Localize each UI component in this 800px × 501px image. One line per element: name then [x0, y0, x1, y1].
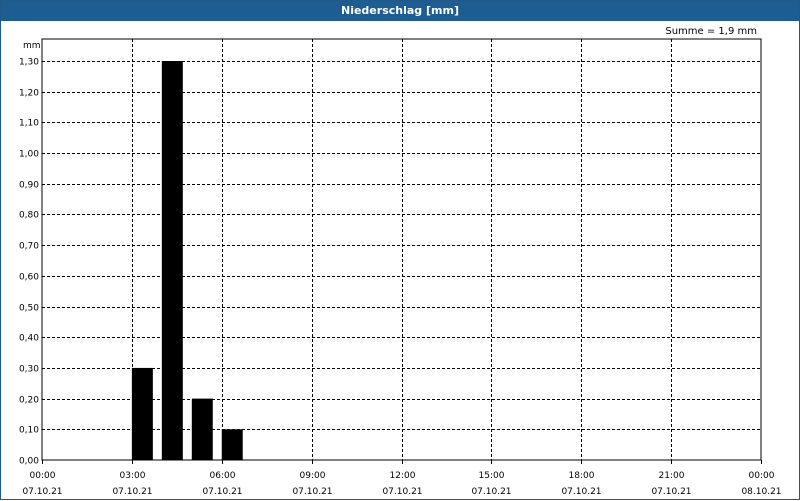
- precipitation-bar: [161, 61, 183, 460]
- x-tick-date: 07.10.21: [22, 487, 62, 497]
- x-tick-time: 06:00: [210, 471, 236, 481]
- x-tick-date: 07.10.21: [471, 487, 511, 497]
- y-tick-label: 0,00: [19, 457, 39, 467]
- x-tick-time: 15:00: [479, 471, 505, 481]
- y-tick-label: 0,10: [19, 426, 39, 436]
- y-tick-label: 0,30: [19, 365, 39, 375]
- y-tick-label: 0,80: [19, 211, 39, 221]
- y-tick-label: 0,40: [19, 334, 39, 344]
- x-tick-date: 07.10.21: [292, 487, 332, 497]
- x-tick-time: 21:00: [659, 471, 685, 481]
- precipitation-bar: [131, 367, 153, 460]
- y-tick-label: 1,10: [19, 119, 39, 129]
- x-tick-date: 07.10.21: [382, 487, 422, 497]
- x-tick-time: 00:00: [749, 471, 775, 481]
- x-tick-date: 07.10.21: [112, 487, 152, 497]
- y-tick-label: 1,00: [19, 150, 39, 160]
- x-tick-date: 07.10.21: [202, 487, 242, 497]
- precipitation-bar: [221, 429, 243, 460]
- x-tick-time: 18:00: [569, 471, 595, 481]
- x-tick-time: 12:00: [390, 471, 416, 481]
- y-tick-label: 0,20: [19, 396, 39, 406]
- x-tick-time: 03:00: [120, 471, 146, 481]
- x-tick-time: 00:00: [30, 471, 56, 481]
- precipitation-bar: [191, 398, 213, 460]
- y-tick-label: 1,30: [19, 58, 39, 68]
- y-tick-label: 0,50: [19, 304, 39, 314]
- x-tick-date: 07.10.21: [651, 487, 691, 497]
- y-tick-label: 1,20: [19, 89, 39, 99]
- precipitation-chart: 0,00 0,10 0,20 0,30 0,40 0,50 0,60 0,70 0,80 0,90…: [19, 38, 782, 497]
- y-tick-label: 0,90: [19, 181, 39, 191]
- x-tick-date: 08.10.21: [741, 487, 781, 497]
- x-tick-time: 09:00: [300, 471, 326, 481]
- y-tick-label: 0,60: [19, 273, 39, 283]
- x-tick-date: 07.10.21: [561, 487, 601, 497]
- y-tick-label: 0,70: [19, 242, 39, 252]
- chart-window: Niederschlag [mm] Summe = 1,9 mm mm 0,00…: [0, 0, 800, 500]
